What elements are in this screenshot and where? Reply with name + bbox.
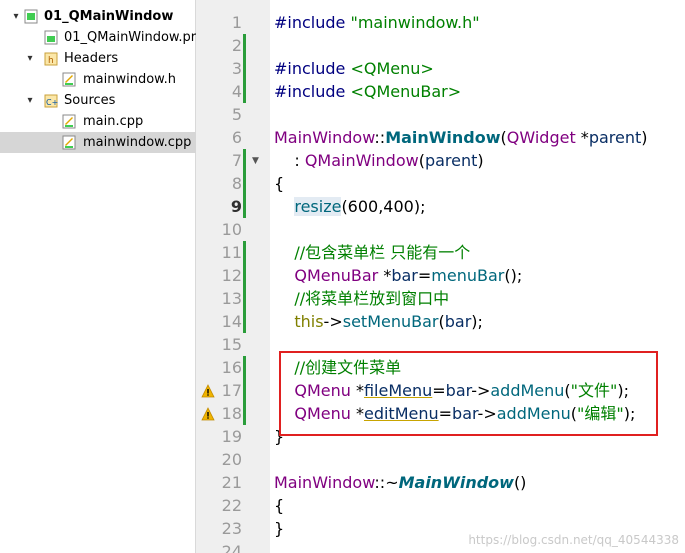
code-line-3: #include <QMenu> — [274, 59, 434, 78]
pro-file-label: 01_QMainWindow.pro — [64, 30, 204, 45]
code-line-7: : QMainWindow(parent) — [274, 151, 484, 170]
line-number: 14 — [221, 312, 242, 331]
line-number: 22 — [221, 496, 242, 515]
tree-item-headers[interactable]: ▾ h Headers — [0, 48, 196, 69]
tree-item-project[interactable]: ▾ 01_QMainWindow — [0, 6, 196, 27]
mainwindow-cpp-label: mainwindow.cpp — [83, 135, 192, 150]
change-marker — [243, 356, 246, 425]
chevron-down-icon[interactable]: ▾ — [24, 90, 36, 111]
line-number: 21 — [221, 473, 242, 492]
sources-label: Sources — [64, 93, 116, 108]
line-number: 4 — [231, 82, 242, 101]
main-cpp-label: main.cpp — [83, 114, 144, 129]
line-number: 3 — [231, 59, 242, 78]
code-line-11: //包含菜单栏 只能有一个 — [294, 243, 471, 262]
svg-text:C+: C+ — [46, 98, 58, 107]
chevron-down-icon[interactable]: ▾ — [24, 48, 36, 69]
mainwindow-h-label: mainwindow.h — [83, 72, 176, 87]
line-number: 2 — [231, 36, 242, 55]
header-folder-icon: h — [44, 51, 58, 66]
header-file-icon — [62, 72, 76, 87]
line-number: 15 — [221, 335, 242, 354]
line-number: 23 — [221, 519, 242, 538]
tree-item-pro-file[interactable]: 01_QMainWindow.pro — [0, 27, 204, 48]
line-number: 19 — [221, 427, 242, 446]
warning-icon[interactable] — [201, 383, 215, 398]
code-line-14: this->setMenuBar(bar); — [294, 312, 483, 331]
line-number: 24 — [221, 542, 242, 553]
tree-item-mainwindow-cpp[interactable]: mainwindow.cpp — [0, 132, 196, 153]
line-number: 13 — [221, 289, 242, 308]
code-line-22: { — [274, 496, 285, 515]
line-number: 12 — [221, 266, 242, 285]
code-line-21: MainWindow::~MainWindow() — [274, 473, 527, 492]
line-number: 8 — [231, 174, 242, 193]
code-line-4: #include <QMenuBar> — [274, 82, 462, 101]
tree-item-sources[interactable]: ▾ C+ Sources — [0, 90, 196, 111]
code-line-13: //将菜单栏放到窗口中 — [294, 289, 450, 308]
line-number: 1 — [231, 13, 242, 32]
chevron-down-icon[interactable]: ▾ — [10, 6, 22, 27]
change-marker — [243, 241, 246, 333]
code-line-6: MainWindow::MainWindow(QWidget *parent) — [274, 128, 648, 147]
project-tree: ▾ 01_QMainWindow 01_QMainWindow.pro ▾ h … — [0, 0, 204, 553]
code-line-23: } — [274, 519, 285, 538]
code-line-8: { — [274, 174, 285, 193]
code-line-9: resize(600,400); — [294, 197, 426, 216]
svg-text:h: h — [48, 56, 54, 66]
current-line-number: 9 — [230, 197, 242, 216]
tree-item-mainwindow-h[interactable]: mainwindow.h — [0, 69, 196, 90]
project-label: 01_QMainWindow — [44, 9, 174, 24]
source-file-icon — [62, 114, 76, 129]
warning-icon[interactable] — [201, 406, 215, 421]
qt-pro-file-icon — [44, 30, 58, 45]
line-number: 6 — [231, 128, 242, 147]
highlight-box — [279, 351, 658, 436]
line-number: 10 — [221, 220, 242, 239]
line-number: 16 — [221, 358, 242, 377]
line-number: 5 — [231, 105, 242, 124]
line-number: 7 — [231, 151, 242, 170]
tree-item-main-cpp[interactable]: main.cpp — [0, 111, 196, 132]
change-marker — [243, 195, 246, 218]
watermark: https://blog.csdn.net/qq_40544338 — [468, 533, 679, 547]
line-number-gutter: 1 2 3 4 5 6 7 8 9 10 11 12 13 14 15 16 1… — [196, 0, 270, 553]
change-marker — [243, 149, 246, 195]
qt-project-icon — [24, 9, 38, 24]
fold-toggle-icon[interactable]: ▼ — [252, 156, 259, 166]
headers-label: Headers — [64, 51, 119, 66]
source-folder-icon: C+ — [44, 93, 58, 108]
change-marker — [243, 34, 246, 103]
line-number: 20 — [221, 450, 242, 469]
source-file-icon — [62, 135, 76, 150]
code-editor[interactable]: #include "mainwindow.h" #include <QMenu>… — [270, 0, 685, 553]
line-number: 11 — [221, 243, 242, 262]
code-line-12: QMenuBar *bar=menuBar(); — [294, 266, 523, 285]
code-line-1: #include "mainwindow.h" — [274, 13, 480, 32]
